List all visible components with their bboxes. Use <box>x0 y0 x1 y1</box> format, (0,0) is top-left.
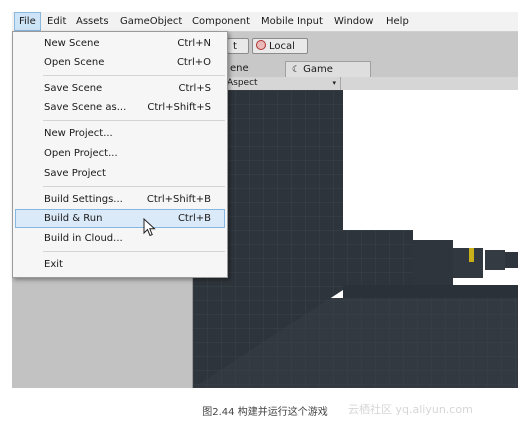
menu-bar: File Edit Assets GameObject Component Mo… <box>12 12 518 32</box>
menu-help[interactable]: Help <box>382 12 413 31</box>
mouse-cursor-icon <box>143 218 156 237</box>
aspect-dropdown[interactable]: Aspect ▾ <box>223 77 341 90</box>
aspect-label: Aspect <box>227 78 258 88</box>
pivot-button[interactable]: t <box>227 38 249 54</box>
menu-item-label: Open Project... <box>44 148 118 159</box>
game-viewport <box>193 90 518 388</box>
menu-gameobject[interactable]: GameObject <box>116 12 186 31</box>
tab-game-label: Game <box>303 64 333 75</box>
menu-edit[interactable]: Edit <box>43 12 70 31</box>
menu-item-shortcut: Ctrl+Shift+B <box>146 194 211 205</box>
menu-separator <box>43 251 225 252</box>
tab-scene[interactable]: ene <box>224 61 255 77</box>
menu-item-build-in-cloud[interactable]: Build in Cloud... <box>15 229 225 248</box>
local-button[interactable]: Local <box>252 38 308 54</box>
menu-separator <box>43 120 225 121</box>
menu-item-label: Build & Run <box>44 213 103 224</box>
menu-item-shortcut: Ctrl+B <box>177 213 211 224</box>
menu-item-label: New Project... <box>44 128 113 139</box>
menu-item-save-scene-as[interactable]: Save Scene as... Ctrl+Shift+S <box>15 98 225 117</box>
menu-item-save-project[interactable]: Save Project <box>15 164 225 183</box>
menu-item-shortcut: Ctrl+O <box>176 57 211 68</box>
menu-assets[interactable]: Assets <box>72 12 113 31</box>
file-menu-dropdown: New Scene Ctrl+N Open Scene Ctrl+O Save … <box>12 31 228 278</box>
menu-item-label: Open Scene <box>44 57 105 68</box>
menu-item-shortcut: Ctrl+Shift+S <box>147 102 211 113</box>
menu-item-shortcut: Ctrl+S <box>178 83 211 94</box>
menu-item-label: Save Project <box>44 168 106 179</box>
game-view-toolbar: Aspect ▾ <box>193 77 518 91</box>
menu-item-label: Save Scene as... <box>44 102 127 113</box>
menu-component[interactable]: Component <box>188 12 254 31</box>
menu-item-shortcut: Ctrl+N <box>177 38 211 49</box>
menu-item-label: New Scene <box>44 38 100 49</box>
menu-item-label: Build Settings... <box>44 194 123 205</box>
menu-file[interactable]: File <box>14 12 41 31</box>
tab-game[interactable]: ☾ Game <box>285 61 371 77</box>
globe-icon <box>256 40 266 50</box>
menu-item-open-scene[interactable]: Open Scene Ctrl+O <box>15 53 225 72</box>
menu-item-label: Exit <box>44 259 63 270</box>
local-label: Local <box>269 41 295 52</box>
menu-separator <box>43 186 225 187</box>
menu-item-label: Save Scene <box>44 83 103 94</box>
menu-mobile-input[interactable]: Mobile Input <box>257 12 327 31</box>
menu-item-open-project[interactable]: Open Project... <box>15 144 225 163</box>
watermark-text: 云栖社区 yq.aliyun.com <box>348 403 473 416</box>
menu-item-build-and-run[interactable]: Build & Run Ctrl+B <box>15 209 225 228</box>
menu-item-save-scene[interactable]: Save Scene Ctrl+S <box>15 79 225 98</box>
game-tab-icon: ☾ <box>292 65 301 75</box>
menu-item-exit[interactable]: Exit <box>15 255 225 274</box>
menu-item-build-settings[interactable]: Build Settings... Ctrl+Shift+B <box>15 190 225 209</box>
menu-separator <box>43 75 225 76</box>
game-scene-render <box>193 90 518 388</box>
editor-toolbar: t Local <box>193 32 518 59</box>
menu-item-new-scene[interactable]: New Scene Ctrl+N <box>15 34 225 53</box>
menu-item-new-project[interactable]: New Project... <box>15 124 225 143</box>
dropdown-arrow-icon: ▾ <box>332 79 336 87</box>
menu-item-label: Build in Cloud... <box>44 233 123 244</box>
menu-window[interactable]: Window <box>330 12 377 31</box>
